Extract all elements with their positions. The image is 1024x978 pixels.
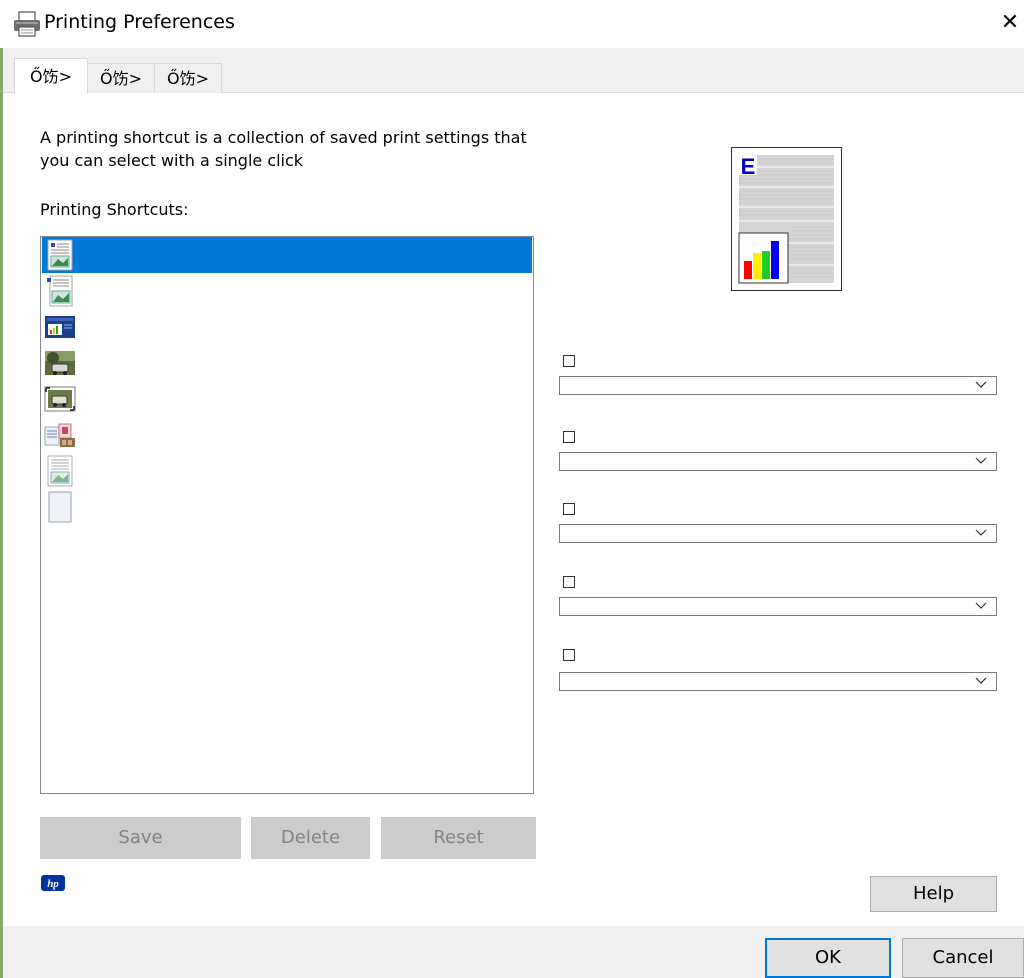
tab-1[interactable]: Ő饬> bbox=[14, 58, 88, 94]
chevron-down-icon bbox=[975, 529, 987, 536]
list-item[interactable] bbox=[42, 489, 532, 525]
chevron-down-icon bbox=[975, 381, 987, 388]
setting-dropdown-3[interactable] bbox=[559, 524, 997, 543]
list-item[interactable] bbox=[42, 345, 532, 381]
setting-dropdown-2[interactable] bbox=[559, 452, 997, 471]
window-title: Printing Preferences bbox=[44, 11, 235, 33]
help-button[interactable]: Help bbox=[870, 876, 997, 912]
list-item[interactable] bbox=[42, 273, 532, 309]
close-button[interactable]: ✕ bbox=[996, 8, 1024, 38]
shortcuts-description: A printing shortcut is a collection of s… bbox=[40, 128, 527, 170]
list-item[interactable] bbox=[42, 309, 532, 345]
printing-shortcuts-list[interactable] bbox=[40, 236, 534, 794]
list-item[interactable] bbox=[42, 237, 532, 273]
brochure-icon bbox=[44, 423, 75, 447]
setting-dropdown-4[interactable] bbox=[559, 597, 997, 616]
photo-icon bbox=[45, 351, 75, 375]
delete-button[interactable]: Delete bbox=[251, 817, 370, 859]
setting-checkbox-3[interactable] bbox=[563, 503, 575, 515]
svg-text:hp: hp bbox=[47, 878, 59, 890]
setting-checkbox-1[interactable] bbox=[563, 355, 575, 367]
list-item[interactable] bbox=[42, 417, 532, 453]
save-button[interactable]: Save bbox=[40, 817, 241, 859]
document-with-image-icon bbox=[47, 455, 73, 487]
setting-dropdown-1[interactable] bbox=[559, 376, 997, 395]
tab-3[interactable]: Ő饬> bbox=[154, 63, 222, 93]
setting-checkbox-4[interactable] bbox=[563, 576, 575, 588]
ok-button[interactable]: OK bbox=[765, 938, 891, 978]
window-edge bbox=[0, 48, 3, 978]
setting-checkbox-2[interactable] bbox=[563, 431, 575, 443]
list-item[interactable] bbox=[42, 381, 532, 417]
setting-checkbox-5[interactable] bbox=[563, 649, 575, 661]
chevron-down-icon bbox=[975, 677, 987, 684]
photo-bordered-icon bbox=[44, 386, 76, 412]
chevron-down-icon bbox=[975, 457, 987, 464]
print-preview-image: E bbox=[731, 147, 842, 291]
presentation-icon bbox=[45, 316, 75, 338]
reset-button[interactable]: Reset bbox=[381, 817, 536, 859]
setting-dropdown-5[interactable] bbox=[559, 672, 997, 691]
tab-2[interactable]: Ő饬> bbox=[87, 63, 155, 93]
document-with-image-icon bbox=[47, 275, 73, 307]
cancel-button[interactable]: Cancel bbox=[902, 938, 1024, 978]
hp-logo: hp bbox=[41, 875, 65, 891]
chevron-down-icon bbox=[975, 602, 987, 609]
list-item[interactable] bbox=[42, 453, 532, 489]
printing-shortcuts-label: Printing Shortcuts: bbox=[40, 200, 189, 219]
document-with-image-icon bbox=[47, 239, 73, 271]
blank-page-icon bbox=[48, 491, 72, 523]
printer-icon bbox=[14, 11, 40, 37]
svg-text:E: E bbox=[741, 154, 756, 179]
close-icon: ✕ bbox=[1000, 10, 1020, 35]
